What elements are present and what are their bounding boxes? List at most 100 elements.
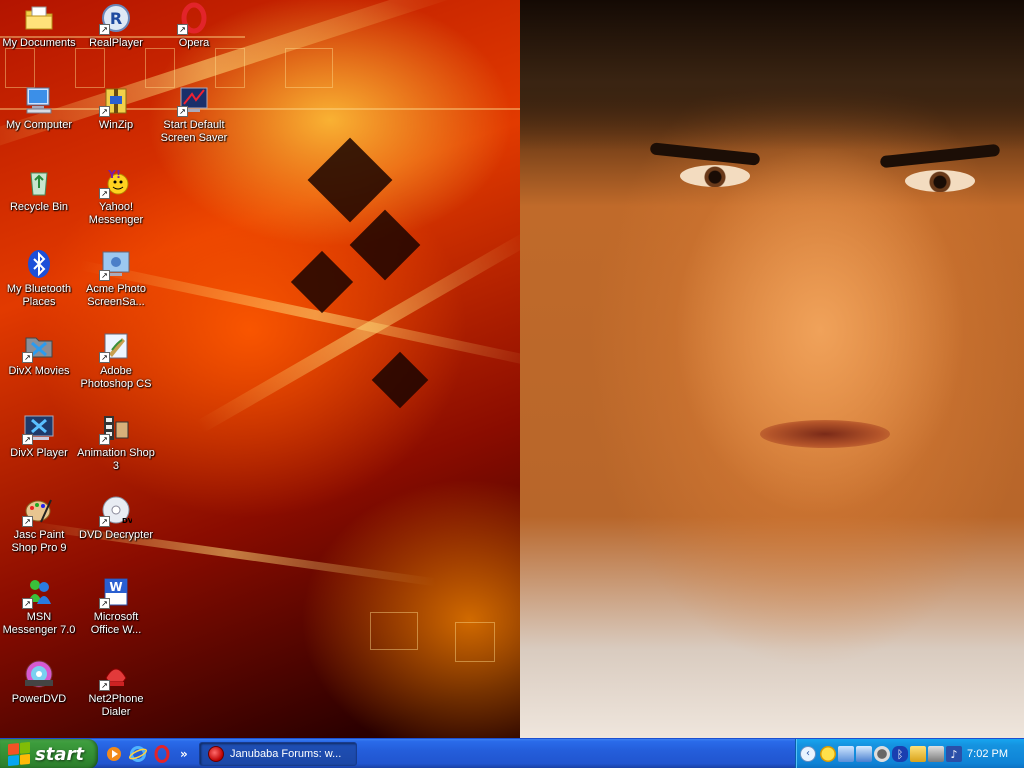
wallpaper-portrait-hair — [520, 0, 1024, 150]
svg-text:R: R — [110, 9, 122, 28]
desktop-icon[interactable]: Recycle Bin — [0, 166, 78, 214]
wallpaper-diamond — [307, 137, 393, 223]
internet-explorer-icon[interactable] — [128, 744, 148, 764]
taskbar-window-title: Janubaba Forums: w... — [230, 748, 342, 760]
desktop-icon[interactable]: ↗ Opera — [155, 2, 233, 50]
desktop-icon-label: Yahoo! Messenger — [88, 201, 144, 226]
display-icon[interactable] — [928, 746, 944, 762]
shortcut-arrow-icon: ↗ — [177, 106, 188, 117]
desktop-icon[interactable]: My Computer — [0, 84, 78, 132]
desktop-icon[interactable]: ↗ Start Default Screen Saver — [155, 84, 233, 145]
desktop-icon-label: My Documents — [2, 37, 76, 49]
desktop-icon[interactable]: ↗ Net2Phone Dialer — [77, 658, 155, 719]
shortcut-arrow-icon: ↗ — [99, 434, 110, 445]
shortcut-arrow-icon: ↗ — [99, 106, 110, 117]
desktop-icon[interactable]: W ↗ Microsoft Office W... — [77, 576, 155, 637]
start-label: start — [35, 743, 84, 765]
net2phone-icon: ↗ — [99, 658, 132, 691]
shortcut-arrow-icon: ↗ — [22, 352, 33, 363]
media-player-icon[interactable] — [104, 744, 124, 764]
desktop-icon-label: DivX Player — [10, 447, 68, 459]
desktop-icon-label: MSN Messenger 7.0 — [2, 611, 76, 636]
desktop-icon-label: Adobe Photoshop CS — [80, 365, 152, 390]
svg-text:Y!: Y! — [107, 168, 121, 181]
start-button[interactable]: start — [0, 739, 98, 768]
desktop-icon-label: DivX Movies — [8, 365, 70, 377]
shortcut-arrow-icon: ↗ — [177, 24, 188, 35]
desktop-icon[interactable]: R ↗ RealPlayer — [77, 2, 155, 50]
desktop-icon-label: My Computer — [5, 119, 73, 131]
desktop-icon-label: RealPlayer — [89, 37, 143, 49]
svg-text:DVD: DVD — [122, 517, 132, 525]
desktop-icon[interactable]: DVD ↗ DVD Decrypter — [77, 494, 155, 542]
desktop-icon[interactable]: ↗ Adobe Photoshop CS — [77, 330, 155, 391]
desktop-icon[interactable]: My Bluetooth Places — [0, 248, 78, 309]
desktop-icon-label: Recycle Bin — [9, 201, 69, 213]
desktop-icon-label: PowerDVD — [11, 693, 67, 705]
wallpaper-box — [455, 622, 495, 662]
desktop-icon[interactable]: PowerDVD — [0, 658, 78, 706]
monitor-icon[interactable] — [910, 746, 926, 762]
paint-shop-pro-icon: ↗ — [22, 494, 55, 527]
wallpaper-portrait-eye — [905, 170, 975, 192]
clock[interactable]: 7:02 PM — [967, 748, 1008, 760]
desktop-icon[interactable]: ↗ DivX Movies — [0, 330, 78, 378]
shortcut-arrow-icon: ↗ — [99, 188, 110, 199]
desktop-icon-label: Net2Phone Dialer — [88, 693, 144, 718]
messenger-smiley-icon[interactable] — [820, 746, 836, 762]
word-icon: W ↗ — [99, 576, 132, 609]
animation-shop-icon: ↗ — [99, 412, 132, 445]
desktop-icon[interactable]: ↗ Animation Shop 3 — [77, 412, 155, 473]
wallpaper-portrait-mouth — [760, 420, 890, 448]
desktop-icon[interactable]: ↗ DivX Player — [0, 412, 78, 460]
folder-documents-icon — [23, 2, 55, 34]
bluetooth-tray-icon[interactable]: ᛒ — [892, 746, 908, 762]
shortcut-arrow-icon: ↗ — [22, 598, 33, 609]
shortcut-arrow-icon: ↗ — [99, 598, 110, 609]
wallpaper-streak — [196, 230, 533, 434]
desktop-icon[interactable]: Y! ↗ Yahoo! Messenger — [77, 166, 155, 227]
shortcut-arrow-icon: ↗ — [99, 270, 110, 281]
desktop-icon[interactable]: My Documents — [0, 2, 78, 50]
desktop-icon[interactable]: ↗ Acme Photo ScreenSa... — [77, 248, 155, 309]
desktop-icon[interactable]: ↗ Jasc Paint Shop Pro 9 — [0, 494, 78, 555]
desktop-icon-label: Jasc Paint Shop Pro 9 — [11, 529, 67, 554]
desktop-icon-label: Opera — [178, 37, 210, 49]
yahoo-messenger-icon: Y! ↗ — [99, 166, 132, 199]
antivirus-icon[interactable] — [874, 746, 890, 762]
wallpaper-box — [285, 48, 333, 88]
network-icon-2[interactable] — [856, 746, 872, 762]
taskbar-window-button[interactable]: Janubaba Forums: w... — [199, 742, 357, 766]
speaker-icon[interactable]: ♪ — [946, 746, 962, 762]
acme-photo-icon: ↗ — [99, 248, 132, 281]
divx-movies-icon: ↗ — [22, 330, 55, 363]
opera-icon: ↗ — [177, 2, 210, 35]
shortcut-arrow-icon: ↗ — [22, 516, 33, 527]
desktop-icon-label: Start Default Screen Saver — [160, 119, 228, 144]
wallpaper-box — [370, 612, 418, 650]
wallpaper-diamond — [349, 209, 421, 281]
tray-expand-button[interactable]: ‹ — [800, 746, 816, 762]
svg-text:W: W — [109, 580, 122, 594]
desktop-icon-label: Animation Shop 3 — [77, 447, 155, 472]
desktop-icon-label: WinZip — [98, 119, 134, 131]
screensaver-icon: ↗ — [177, 84, 210, 117]
wallpaper-portrait-eye — [680, 165, 750, 187]
network-icon[interactable] — [838, 746, 854, 762]
quick-launch-more-button[interactable]: » — [180, 747, 188, 761]
wallpaper-box — [5, 48, 35, 88]
wallpaper-diamond — [371, 351, 429, 409]
winzip-icon: ↗ — [99, 84, 132, 117]
quick-launch-bar: » — [104, 743, 188, 765]
wallpaper-diamond — [290, 250, 354, 314]
browser-window-icon — [208, 746, 224, 762]
desktop-icon[interactable]: ↗ WinZip — [77, 84, 155, 132]
dvd-decrypter-icon: DVD ↗ — [99, 494, 132, 527]
opera-icon[interactable] — [152, 744, 172, 764]
wallpaper-box — [145, 48, 175, 88]
desktop-icon[interactable]: ↗ MSN Messenger 7.0 — [0, 576, 78, 637]
realplayer-icon: R ↗ — [99, 2, 132, 35]
msn-messenger-icon: ↗ — [22, 576, 55, 609]
shortcut-arrow-icon: ↗ — [99, 352, 110, 363]
wallpaper-box — [215, 48, 245, 88]
